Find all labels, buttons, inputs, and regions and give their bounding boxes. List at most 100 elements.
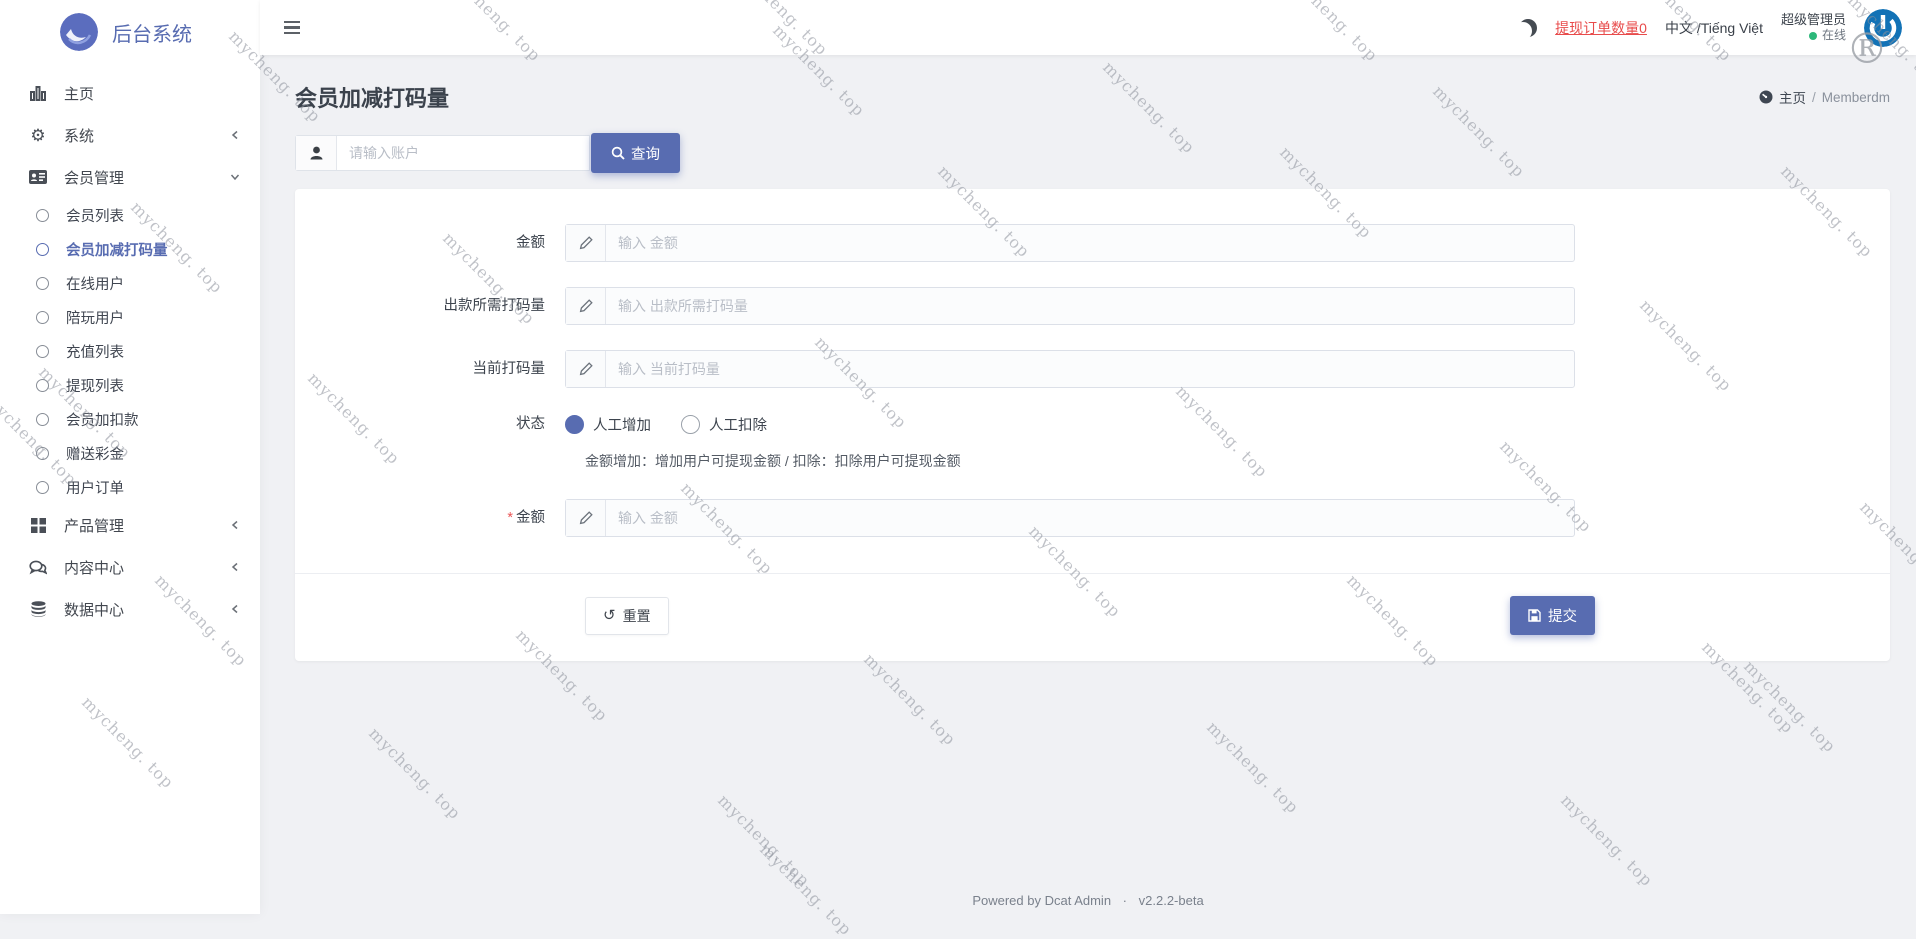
required-star: * bbox=[507, 510, 513, 526]
sidebar-item-label: 内容中心 bbox=[64, 557, 124, 578]
sidebar-subitem-label: 赠送彩金 bbox=[66, 443, 124, 464]
current-code-field-group bbox=[565, 350, 1575, 388]
sidebar-item-member-adjust-money[interactable]: 会员加扣款 bbox=[0, 402, 260, 436]
account-search-input[interactable] bbox=[337, 136, 589, 170]
chevron-left-icon bbox=[230, 604, 240, 614]
search-icon bbox=[611, 146, 625, 160]
circle-icon bbox=[36, 311, 49, 324]
payout-code-field-group bbox=[565, 287, 1575, 325]
menu-toggle-icon[interactable] bbox=[284, 21, 300, 35]
status-help-text: 金额增加：增加用户可提现金额 / 扣除：扣除用户可提现金额 bbox=[295, 451, 1890, 471]
sidebar-subitem-label: 会员加扣款 bbox=[66, 409, 139, 430]
avatar[interactable] bbox=[1864, 9, 1902, 47]
withdraw-orders-link[interactable]: 提现订单数量0 bbox=[1555, 18, 1647, 38]
radio-manual-deduct[interactable]: 人工扣除 bbox=[681, 414, 767, 435]
reset-icon: ↺ bbox=[603, 608, 616, 623]
grid-icon bbox=[27, 518, 49, 533]
circle-icon bbox=[36, 243, 49, 256]
circle-icon bbox=[36, 345, 49, 358]
breadcrumb: 主页 / Memberdm bbox=[1759, 87, 1890, 107]
page-title: 会员加减打码量 bbox=[295, 81, 449, 113]
user-menu[interactable]: 超级管理员 在线 bbox=[1781, 12, 1846, 43]
sidebar-item-label: 主页 bbox=[64, 83, 94, 104]
sidebar-item-system[interactable]: ⚙ 系统 bbox=[0, 114, 260, 156]
chevron-left-icon bbox=[230, 562, 240, 572]
sidebar-item-user-orders[interactable]: 用户订单 bbox=[0, 470, 260, 504]
breadcrumb-home[interactable]: 主页 bbox=[1779, 87, 1806, 107]
circle-icon bbox=[36, 481, 49, 494]
sidebar-item-product-management[interactable]: 产品管理 bbox=[0, 504, 260, 546]
amount-field-group bbox=[565, 224, 1575, 262]
radio-icon[interactable] bbox=[681, 415, 700, 434]
sidebar-item-gift-bonus[interactable]: 赠送彩金 bbox=[0, 436, 260, 470]
sidebar-subitem-label: 会员列表 bbox=[66, 205, 124, 226]
pencil-icon bbox=[566, 500, 606, 536]
form-card: 金额 出款所需打码量 当前打码量 bbox=[295, 189, 1890, 661]
footer: Powered by Dcat Admin · v2.2.2-beta bbox=[260, 893, 1916, 908]
required-amount-field-group bbox=[565, 499, 1575, 537]
query-button[interactable]: 查询 bbox=[591, 133, 680, 173]
bar-chart-icon bbox=[27, 86, 49, 101]
required-amount-input[interactable] bbox=[606, 500, 1574, 536]
reset-button[interactable]: ↺ 重置 bbox=[585, 597, 669, 635]
circle-icon bbox=[36, 277, 49, 290]
sidebar-item-online-users[interactable]: 在线用户 bbox=[0, 266, 260, 300]
sidebar-item-label: 系统 bbox=[64, 125, 94, 146]
submit-button[interactable]: 提交 bbox=[1510, 596, 1595, 635]
payout-code-input[interactable] bbox=[606, 288, 1574, 324]
main-content: 会员加减打码量 主页 / Memberdm 查询 bbox=[260, 55, 1916, 914]
sidebar-item-recharge-list[interactable]: 充值列表 bbox=[0, 334, 260, 368]
sidebar-item-withdraw-list[interactable]: 提现列表 bbox=[0, 368, 260, 402]
dashboard-icon bbox=[1759, 90, 1773, 104]
app-title: 后台系统 bbox=[112, 18, 192, 47]
dark-mode-moon-icon[interactable] bbox=[1519, 19, 1537, 37]
chevron-left-icon bbox=[230, 130, 240, 140]
field-label: 出款所需打码量 bbox=[295, 287, 565, 325]
sidebar-subitem-label: 陪玩用户 bbox=[66, 307, 124, 328]
user-status: 在线 bbox=[1781, 28, 1846, 43]
sidebar-item-companion-users[interactable]: 陪玩用户 bbox=[0, 300, 260, 334]
sidebar-subitem-label: 用户订单 bbox=[66, 477, 124, 498]
chevron-down-icon bbox=[230, 172, 240, 182]
field-label: 金额 bbox=[295, 224, 565, 262]
chat-bubbles-icon bbox=[27, 560, 49, 575]
top-header: 提现订单数量0 中文 /Tiếng Việt 超级管理员 在线 bbox=[260, 0, 1916, 55]
language-switcher[interactable]: 中文 /Tiếng Việt bbox=[1665, 18, 1763, 38]
radio-icon[interactable] bbox=[565, 415, 584, 434]
sidebar-subitem-label: 提现列表 bbox=[66, 375, 124, 396]
sidebar-item-data-center[interactable]: 数据中心 bbox=[0, 588, 260, 630]
sidebar-item-member-management[interactable]: 会员管理 bbox=[0, 156, 260, 198]
circle-icon bbox=[36, 447, 49, 460]
sidebar-item-content-center[interactable]: 内容中心 bbox=[0, 546, 260, 588]
circle-icon bbox=[36, 209, 49, 222]
brand-logo-icon bbox=[60, 13, 98, 51]
sidebar-item-label: 数据中心 bbox=[64, 599, 124, 620]
amount-input[interactable] bbox=[606, 225, 1574, 261]
online-dot-icon bbox=[1809, 32, 1817, 40]
sidebar-subitem-label: 充值列表 bbox=[66, 341, 124, 362]
sidebar-item-label: 产品管理 bbox=[64, 515, 124, 536]
sidebar-item-member-list[interactable]: 会员列表 bbox=[0, 198, 260, 232]
brand[interactable]: 后台系统 bbox=[0, 0, 260, 64]
chevron-left-icon bbox=[230, 520, 240, 530]
id-card-icon bbox=[27, 170, 49, 184]
footer-powered[interactable]: Powered by Dcat Admin bbox=[972, 893, 1111, 908]
sidebar-item-home[interactable]: 主页 bbox=[0, 72, 260, 114]
sidebar-item-member-code-amount[interactable]: 会员加减打码量 bbox=[0, 232, 260, 266]
footer-version: v2.2.2-beta bbox=[1139, 893, 1204, 908]
pencil-icon bbox=[566, 225, 606, 261]
circle-icon bbox=[36, 379, 49, 392]
sidebar-subitem-label: 在线用户 bbox=[66, 273, 124, 294]
field-label: 当前打码量 bbox=[295, 350, 565, 388]
user-name: 超级管理员 bbox=[1781, 12, 1846, 28]
sidebar-item-label: 会员管理 bbox=[64, 167, 124, 188]
gear-icon: ⚙ bbox=[27, 127, 49, 144]
database-icon bbox=[27, 601, 49, 617]
radio-manual-increase[interactable]: 人工增加 bbox=[565, 414, 651, 435]
sidebar: 后台系统 主页 ⚙ 系统 会员管理 bbox=[0, 0, 260, 914]
account-search-group bbox=[295, 135, 590, 171]
sidebar-subitem-label: 会员加减打码量 bbox=[66, 239, 168, 260]
current-code-input[interactable] bbox=[606, 351, 1574, 387]
breadcrumb-current: Memberdm bbox=[1822, 90, 1890, 105]
pencil-icon bbox=[566, 288, 606, 324]
